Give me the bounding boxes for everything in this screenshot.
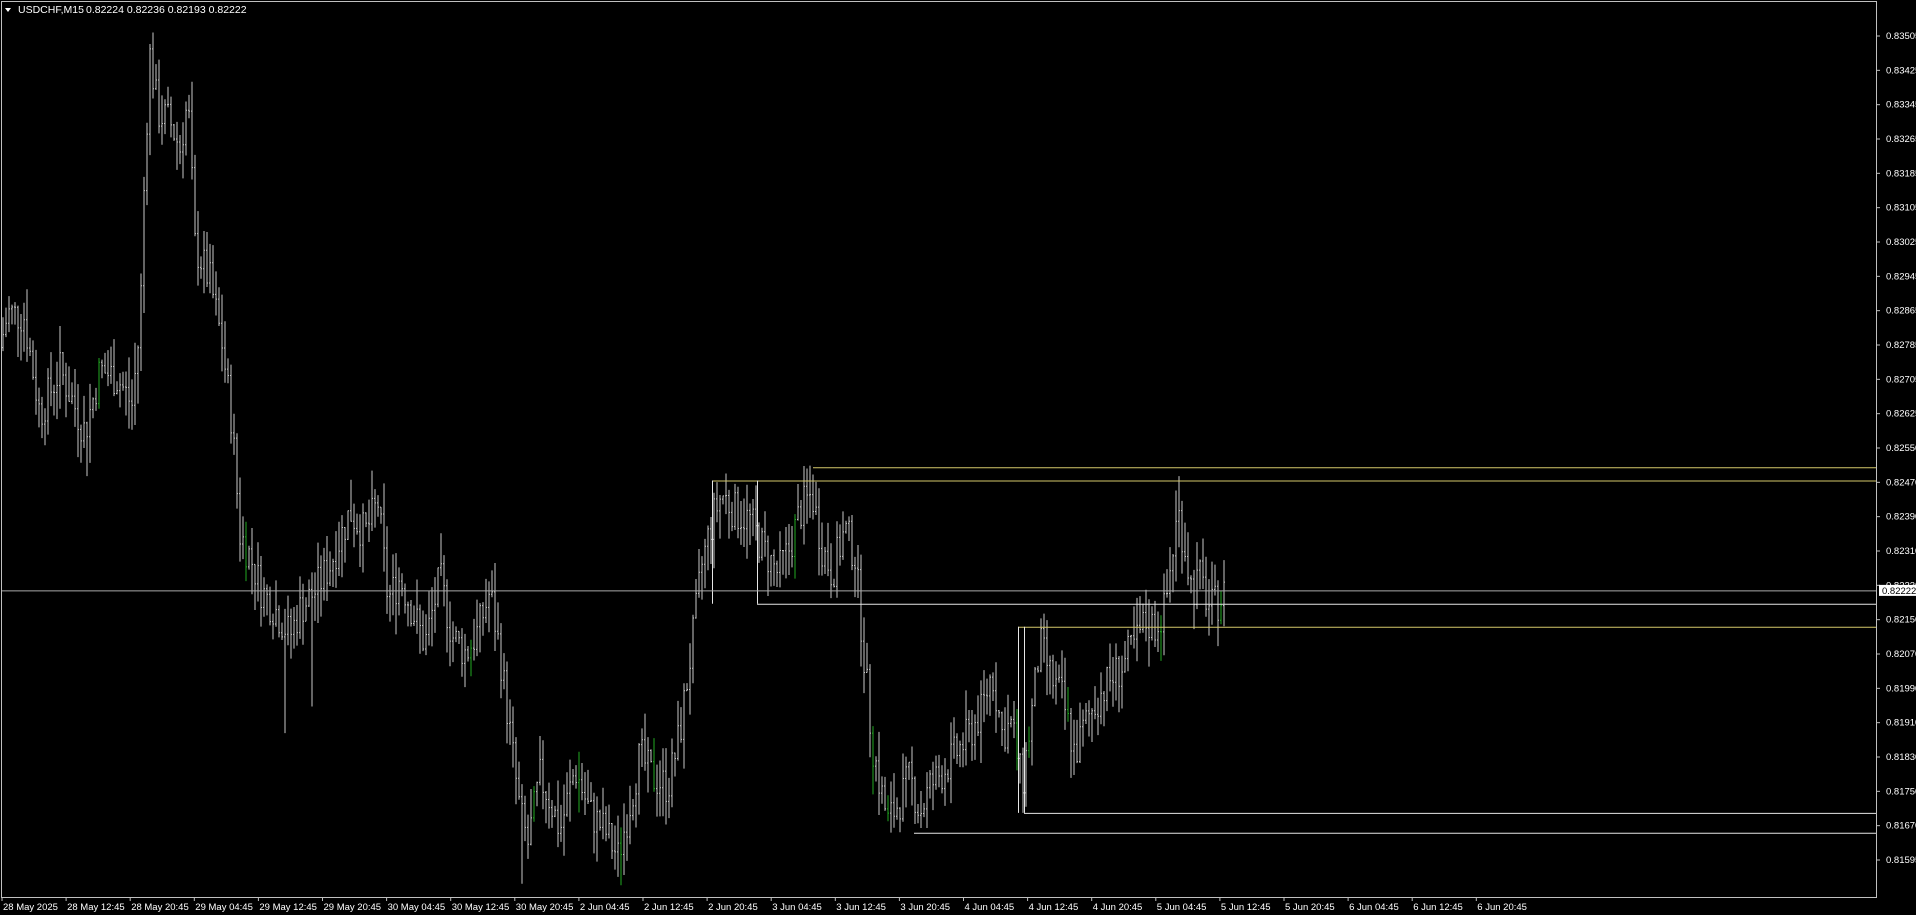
x-tick-label: 6 Jun 12:45 xyxy=(1413,902,1463,913)
x-tick-label: 4 Jun 12:45 xyxy=(1029,902,1079,913)
y-tick-label: 0.82310 xyxy=(1886,546,1916,557)
y-tick-label: 0.82550 xyxy=(1886,443,1916,454)
symbol-timeframe: USDCHF,M15 xyxy=(18,4,84,16)
x-tick-label: 4 Jun 04:45 xyxy=(965,902,1015,913)
x-tick-label: 2 Jun 20:45 xyxy=(708,902,758,913)
y-tick-label: 0.82150 xyxy=(1886,615,1916,626)
chart-header: USDCHF,M15 0.82224 0.82236 0.82193 0.822… xyxy=(5,4,247,16)
x-tick-label: 30 May 12:45 xyxy=(452,902,510,913)
y-tick-label: 0.83345 xyxy=(1886,100,1916,111)
x-tick-label: 6 Jun 04:45 xyxy=(1349,902,1399,913)
x-tick-label: 28 May 12:45 xyxy=(67,902,125,913)
x-tick-label: 3 Jun 12:45 xyxy=(836,902,886,913)
x-tick-label: 2 Jun 12:45 xyxy=(644,902,694,913)
ohlc-values: 0.82224 0.82236 0.82193 0.82222 xyxy=(86,4,247,16)
y-tick-label: 0.82390 xyxy=(1886,512,1916,523)
y-tick-label: 0.81830 xyxy=(1886,752,1916,763)
x-tick-label: 5 Jun 20:45 xyxy=(1285,902,1335,913)
y-tick-label: 0.83425 xyxy=(1886,65,1916,76)
y-tick-label: 0.81595 xyxy=(1886,855,1916,866)
current-price-label: 0.82222 xyxy=(1879,584,1916,597)
y-tick-label: 0.81670 xyxy=(1886,821,1916,832)
x-tick-label: 28 May 2025 xyxy=(3,902,58,913)
x-tick-label: 28 May 20:45 xyxy=(131,902,189,913)
y-tick-label: 0.82470 xyxy=(1886,477,1916,488)
y-tick-label: 0.82865 xyxy=(1886,306,1916,317)
x-tick-label: 4 Jun 20:45 xyxy=(1093,902,1143,913)
y-tick-label: 0.81910 xyxy=(1886,718,1916,729)
x-tick-label: 2 Jun 04:45 xyxy=(580,902,630,913)
x-tick-label: 29 May 20:45 xyxy=(324,902,382,913)
y-tick-label: 0.82945 xyxy=(1886,271,1916,282)
y-tick-label: 0.83105 xyxy=(1886,203,1916,214)
current-price-value: 0.82222 xyxy=(1882,586,1916,597)
y-tick-label: 0.83265 xyxy=(1886,134,1916,145)
y-tick-label: 0.83025 xyxy=(1886,237,1916,248)
x-tick-label: 30 May 04:45 xyxy=(388,902,446,913)
y-tick-label: 0.81750 xyxy=(1886,786,1916,797)
y-tick-label: 0.81990 xyxy=(1886,683,1916,694)
x-tick-label: 6 Jun 20:45 xyxy=(1477,902,1527,913)
y-tick-label: 0.82785 xyxy=(1886,340,1916,351)
x-tick-label: 5 Jun 04:45 xyxy=(1157,902,1207,913)
x-tick-label: 5 Jun 12:45 xyxy=(1221,902,1271,913)
y-tick-label: 0.82625 xyxy=(1886,409,1916,420)
y-tick-label: 0.83185 xyxy=(1886,168,1916,179)
y-tick-label: 0.82705 xyxy=(1886,374,1916,385)
x-tick-label: 30 May 20:45 xyxy=(516,902,574,913)
chart-background xyxy=(0,0,1916,915)
x-tick-label: 3 Jun 20:45 xyxy=(900,902,950,913)
x-tick-label: 29 May 04:45 xyxy=(195,902,253,913)
price-chart[interactable]: 0.83505 0.83425 0.83345 0.83265 0.83185 0.831… xyxy=(0,0,1916,915)
y-tick-label: 0.83505 xyxy=(1886,31,1916,42)
y-tick-label: 0.82070 xyxy=(1886,649,1916,660)
x-tick-label: 29 May 12:45 xyxy=(259,902,317,913)
x-tick-label: 3 Jun 04:45 xyxy=(772,902,822,913)
